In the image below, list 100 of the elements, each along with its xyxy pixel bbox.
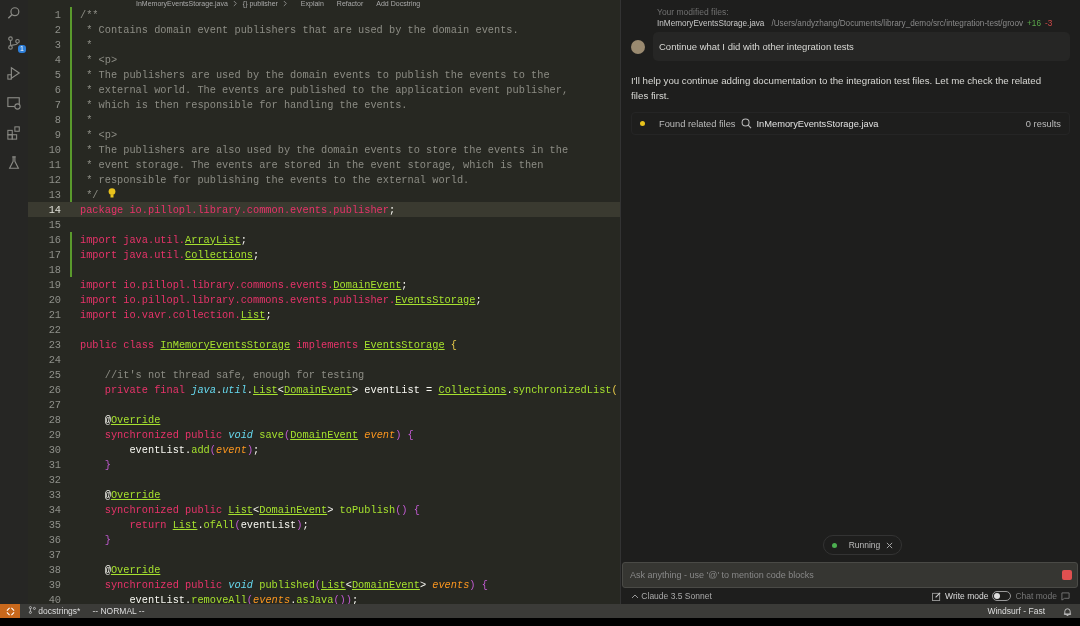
user-message: Continue what I did with other integration tests (653, 32, 1070, 61)
vim-mode: -- NORMAL -- (92, 606, 145, 616)
code-line: } (103, 458, 111, 471)
line-number: 24 (47, 353, 61, 366)
chevron-icon (282, 0, 288, 7)
line-number: 28 (47, 413, 61, 426)
line-number: 38 (47, 563, 61, 576)
file-path: /Users/andyzhang/Documents/library_demo/src/integration-test/groov (771, 19, 1024, 28)
code-line: return List.ofAll(eventList); (128, 518, 309, 531)
line-number: 22 (47, 323, 61, 336)
code-line: import java.util.Collections; (80, 248, 260, 261)
line-number: 23 (47, 338, 61, 351)
code-line: import io.pillopl.library.commons.events.DomainEvent; (80, 278, 408, 291)
pencil-icon (932, 591, 942, 601)
line-number: 9 (53, 128, 61, 141)
line-number: 30 (47, 443, 61, 456)
line-number: 13 (47, 188, 61, 201)
code-line: synchronized public void published(List<DomainEvent> events) { (103, 578, 488, 591)
step-label: Found related files (659, 118, 736, 129)
line-number: 21 (47, 308, 61, 321)
code-line: private final java.util.List<DomainEvent> eventList = Collections.synchronizedList( (103, 383, 618, 396)
line-number: 25 (47, 368, 61, 381)
text-input[interactable]: Ask anything - use '@' to mention code blocks (628, 569, 1062, 581)
code-line: * Contains domain event publishers that are used by the domain events. (85, 23, 519, 36)
line-number: 20 (47, 293, 61, 306)
lightbulb-icon[interactable] (108, 188, 116, 198)
code-line: public class InMemoryEventsStorage implements EventsStorage { (80, 338, 457, 351)
result-count: 0 results (1025, 118, 1061, 129)
code-line: synchronized public void save(DomainEvent event) { (103, 428, 414, 441)
extensions-icon[interactable] (7, 126, 21, 140)
line-number: 32 (47, 473, 61, 486)
line-number: 3 (53, 38, 61, 51)
bell-icon[interactable] (1063, 606, 1072, 616)
code-line: * <p> (85, 128, 118, 141)
file-link[interactable]: InMemoryEventsStorage.java (657, 19, 765, 28)
code-line: * (85, 38, 93, 51)
line-number: 26 (47, 383, 61, 396)
code-line: * (85, 113, 93, 126)
added-count: +16 (1027, 19, 1041, 28)
file-link[interactable]: InMemoryEventsStorage.java (756, 118, 879, 129)
line-number: 19 (47, 278, 61, 291)
remote-button[interactable] (0, 604, 20, 618)
code-line: eventList.removeAll(events.asJava()); (128, 593, 359, 604)
code-line: import java.util.ArrayList; (80, 233, 247, 246)
code-line: @Override (103, 488, 161, 501)
line-number: 17 (47, 248, 61, 261)
code-line: //it's not thread safe, enough for testing (103, 368, 365, 381)
code-line: * responsible for publishing the events to the external world. (85, 173, 470, 186)
speech-bubble-icon (1061, 591, 1070, 601)
line-number: 35 (47, 518, 61, 531)
code-line: @Override (103, 563, 161, 576)
monitor-icon[interactable] (7, 96, 21, 110)
mode-label: Write mode (945, 591, 989, 601)
line-number: 10 (47, 143, 61, 156)
line-number: 12 (47, 173, 61, 186)
line-number: 34 (47, 503, 61, 516)
status-label: Running (848, 540, 881, 550)
code-line: @Override (103, 413, 161, 426)
branch-icon (28, 606, 36, 614)
flask-icon[interactable] (7, 156, 21, 170)
code-line: /** (80, 8, 99, 21)
status-item[interactable]: Windsurf - Fast (987, 606, 1045, 616)
status-dot (831, 542, 837, 548)
remote-icon (5, 606, 15, 616)
code-line: import io.pillopl.library.commons.events.publisher.EventsStorage; (80, 293, 482, 306)
branch-indicator[interactable]: docstrings* (28, 606, 81, 616)
chat-input-box[interactable]: Ask anything - use '@' to mention code blocks (622, 562, 1078, 588)
line-number: 18 (47, 263, 61, 276)
code-line: } (103, 533, 111, 546)
line-number: 15 (47, 218, 61, 231)
code-line: synchronized public List<DomainEvent> toPublish() { (103, 503, 420, 516)
line-number: 29 (47, 428, 61, 441)
code-line: import io.vavr.collection.List; (80, 308, 272, 321)
line-number: 2 (53, 23, 61, 36)
code-line: * <p> (85, 53, 118, 66)
line-number: 27 (47, 398, 61, 411)
removed-count: -3 (1044, 19, 1053, 28)
section-label: Your modified files: (657, 7, 730, 17)
code-line: * which is then responsible for handling the events. (85, 98, 408, 111)
assistant-message: I'll help you continue adding documentation to the integration test files. Let me check the related files first. (631, 74, 1043, 103)
search-icon[interactable] (7, 6, 21, 20)
run-icon[interactable] (7, 66, 21, 80)
code-line: * The publishers are used by the domain events to publish the events to the (85, 68, 550, 81)
mode-label: Chat mode (1015, 591, 1057, 601)
avatar (631, 39, 645, 54)
line-number: 11 (47, 158, 61, 171)
code-line: package io.pillopl.library.common.events.publisher; (80, 203, 396, 216)
model-selector[interactable]: Claude 3.5 Sonnet (631, 591, 712, 601)
line-number: 7 (53, 98, 61, 111)
line-number: 16 (47, 233, 61, 246)
line-number: 8 (53, 113, 61, 126)
line-number: 4 (53, 53, 61, 66)
code-line: * event storage. The events are stored in the event storage, which is then (85, 158, 544, 171)
code-line: */ (85, 188, 99, 201)
code-line: * The publishers are also used by the domain events to store the events in the (85, 143, 569, 156)
close-icon[interactable] (886, 541, 894, 549)
line-number: 14 (47, 203, 61, 216)
code-line: * external world. The events are published to the application event publisher, (85, 83, 569, 96)
line-number: 1 (53, 8, 61, 21)
branch-icon[interactable] (7, 36, 21, 50)
